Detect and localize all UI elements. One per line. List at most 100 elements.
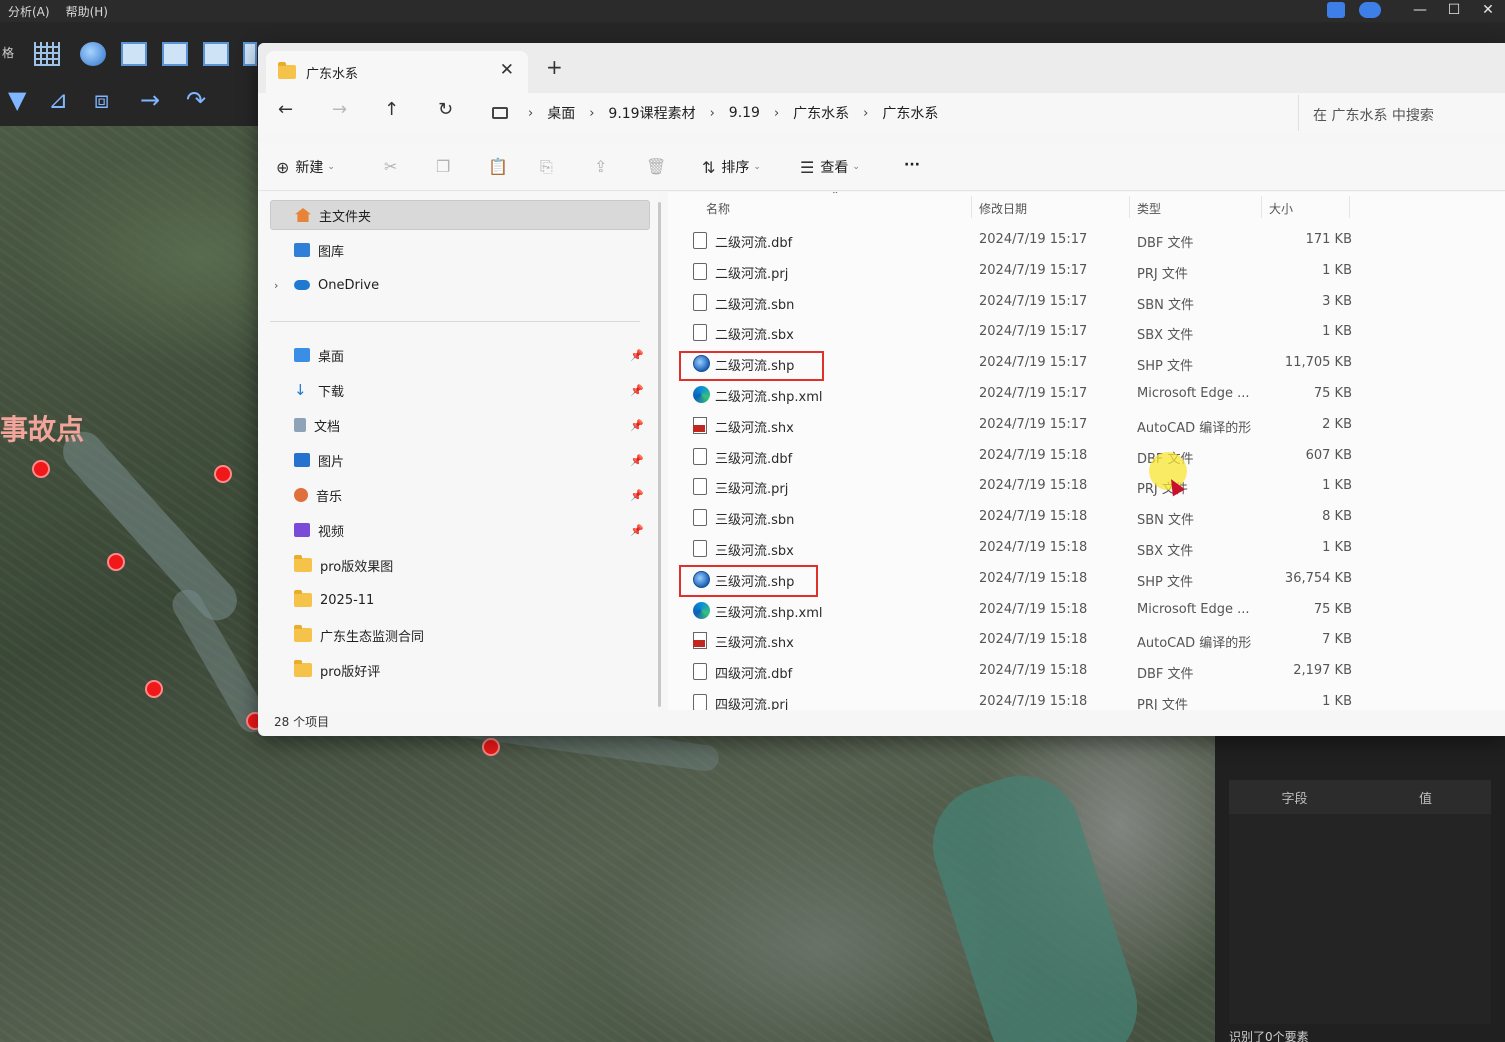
view-button[interactable]: ☰ 查看 ⌄	[800, 157, 860, 177]
desktop-icon	[294, 348, 310, 362]
chat-icon[interactable]	[1327, 2, 1345, 18]
file-type: SBN 文件	[1137, 297, 1195, 313]
col-size[interactable]: 大小	[1269, 200, 1293, 217]
nav-item-pictures[interactable]: 图片 📌	[270, 445, 650, 475]
refresh-button[interactable]: ↻	[438, 99, 453, 120]
nav-scrollbar[interactable]	[658, 202, 661, 707]
raster-icon[interactable]	[121, 42, 147, 66]
file-row[interactable]: 二级河流.dbf 2024/7/19 15:17 DBF 文件 171 KB	[682, 226, 1362, 256]
nav-item-music[interactable]: 音乐 📌	[270, 480, 650, 510]
column-separator[interactable]	[971, 196, 972, 218]
col-date[interactable]: 修改日期	[979, 200, 1027, 217]
paste-icon[interactable]: 📋	[488, 157, 508, 176]
col-type[interactable]: 类型	[1137, 200, 1161, 217]
col-name[interactable]: 名称	[706, 200, 730, 217]
assistant-icon[interactable]	[1359, 2, 1381, 18]
nav-item-folder-pro-review[interactable]: pro版好评	[270, 655, 650, 685]
breadcrumb[interactable]: › 桌面 › 9.19课程素材 › 9.19 › 广东水系 › 广东水系	[480, 95, 1290, 131]
file-row[interactable]: 二级河流.sbn 2024/7/19 15:17 SBN 文件 3 KB	[682, 288, 1362, 318]
nav-item-onedrive[interactable]: › OneDrive	[270, 270, 650, 300]
nav-item-gallery[interactable]: 图库	[270, 235, 650, 265]
sort-button[interactable]: ⇅ 排序 ⌄	[702, 157, 761, 177]
file-row[interactable]: 二级河流.prj 2024/7/19 15:17 PRJ 文件 1 KB	[682, 257, 1362, 287]
forward-button[interactable]: →	[332, 99, 347, 120]
delete-icon[interactable]: 🗑	[646, 157, 666, 176]
tab-close-icon[interactable]: ✕	[500, 60, 514, 80]
minimize-button[interactable]: —	[1403, 0, 1437, 22]
accident-point[interactable]	[32, 460, 50, 478]
tab-guangdong-water[interactable]: 广东水系 ✕	[266, 51, 528, 93]
pin-icon[interactable]: 📌	[630, 524, 644, 537]
breadcrumb-separator[interactable]: ›	[774, 106, 779, 121]
this-pc-icon[interactable]	[492, 107, 508, 119]
pin-icon[interactable]: 📌	[630, 489, 644, 502]
column-separator[interactable]	[1261, 196, 1262, 218]
pin-icon[interactable]: 📌	[630, 454, 644, 467]
rename-icon[interactable]: ⎘	[540, 157, 553, 177]
nav-item-desktop[interactable]: 桌面 📌	[270, 340, 650, 370]
accident-point[interactable]	[214, 465, 232, 483]
breadcrumb-guangdong-water-1[interactable]: 广东水系	[793, 103, 849, 123]
breadcrumb-separator[interactable]: ›	[863, 106, 868, 121]
maximize-button[interactable]: ☐	[1437, 0, 1471, 22]
raster-icon-3[interactable]	[203, 42, 229, 66]
file-row[interactable]: 二级河流.shp.xml 2024/7/19 15:17 Microsoft Edg…	[682, 380, 1362, 410]
grid-icon[interactable]	[34, 42, 60, 66]
file-type: Microsoft Edge ...	[1137, 601, 1250, 617]
nav-item-home[interactable]: 主文件夹	[270, 200, 650, 230]
pin-icon[interactable]: 📌	[630, 419, 644, 432]
raster-icon-4[interactable]	[243, 42, 257, 66]
breadcrumb-separator[interactable]: ›	[528, 106, 533, 121]
nav-item-folder-2025-11[interactable]: 2025-11	[270, 585, 650, 615]
raster-icon-2[interactable]	[162, 42, 188, 66]
file-row[interactable]: 三级河流.dbf2024/7/19 15:18DBF 文件607 KB	[682, 442, 1362, 472]
close-button[interactable]: ✕	[1471, 0, 1505, 22]
breadcrumb-course-material[interactable]: 9.19课程素材	[608, 103, 695, 123]
up-button[interactable]: ↑	[384, 99, 399, 120]
file-row[interactable]: 三级河流.sbn 2024/7/19 15:18 SBN 文件 8 KB	[682, 503, 1362, 533]
file-row[interactable]: 三级河流.sbx 2024/7/19 15:18 SBX 文件 1 KB	[682, 534, 1362, 564]
nav-item-videos[interactable]: 视频 📌	[270, 515, 650, 545]
file-row[interactable]: 三级河流.shx 2024/7/19 15:18 AutoCAD 编译的形 7 KB	[682, 626, 1362, 656]
nav-item-downloads[interactable]: ↓ 下载 📌	[270, 375, 650, 405]
breadcrumb-919[interactable]: 9.19	[729, 105, 760, 121]
share-icon[interactable]: ⇪	[594, 157, 607, 176]
filter-icon[interactable]: ▼	[8, 88, 26, 112]
breadcrumb-separator[interactable]: ›	[710, 106, 715, 121]
breadcrumb-guangdong-water-2[interactable]: 广东水系	[882, 103, 938, 123]
pin-icon[interactable]: 📌	[630, 349, 644, 362]
file-row[interactable]: 三级河流.prj 2024/7/19 15:18 PRJ 文件 1 KB	[682, 472, 1362, 502]
nav-item-documents[interactable]: 文档 📌	[270, 410, 650, 440]
curve-icon[interactable]: ↷	[186, 88, 206, 112]
nav-item-folder-contract[interactable]: 广东生态监测合同	[270, 620, 650, 650]
menu-help[interactable]: 帮助(H)	[58, 3, 116, 20]
column-separator[interactable]	[1349, 196, 1350, 218]
chevron-right-icon[interactable]: ›	[274, 279, 278, 292]
file-row[interactable]: 四级河流.prj 2024/7/19 15:18 PRJ 文件 1 KB	[682, 688, 1362, 710]
accident-point[interactable]	[107, 553, 125, 571]
pin-icon[interactable]: 📌	[630, 384, 644, 397]
accident-point[interactable]	[145, 680, 163, 698]
arrow-icon[interactable]: →	[140, 88, 160, 112]
breadcrumb-separator[interactable]: ›	[589, 106, 594, 121]
column-separator[interactable]	[1129, 196, 1130, 218]
cut-icon[interactable]: ✂	[384, 157, 397, 176]
breadcrumb-desktop[interactable]: 桌面	[547, 103, 575, 123]
new-button[interactable]: ⊕ 新建 ⌄	[276, 157, 335, 177]
file-row[interactable]: 四级河流.dbf 2024/7/19 15:18 DBF 文件 2,197 KB	[682, 657, 1362, 687]
more-button[interactable]: ···	[904, 157, 920, 173]
box-icon[interactable]: ⧈	[94, 88, 109, 112]
back-button[interactable]: ←	[278, 99, 293, 120]
file-row[interactable]: 二级河流.shx 2024/7/19 15:17 AutoCAD 编译的形 2 KB	[682, 411, 1362, 441]
search-input[interactable]: 在 广东水系 中搜索	[1298, 95, 1505, 131]
copy-icon[interactable]: ❐	[436, 157, 450, 176]
measure-icon[interactable]: ⊿	[48, 88, 68, 112]
edge-icon	[693, 601, 710, 619]
menu-analysis[interactable]: 分析(A)	[0, 3, 58, 20]
globe-icon[interactable]	[80, 42, 106, 66]
file-row[interactable]: 二级河流.sbx 2024/7/19 15:17 SBX 文件 1 KB	[682, 318, 1362, 348]
file-row[interactable]: 三级河流.shp.xml 2024/7/19 15:18 Microsoft Edg…	[682, 596, 1362, 626]
nav-item-folder-pro-effect[interactable]: pro版效果图	[270, 550, 650, 580]
new-tab-button[interactable]: +	[546, 55, 563, 79]
accident-point[interactable]	[482, 738, 500, 756]
